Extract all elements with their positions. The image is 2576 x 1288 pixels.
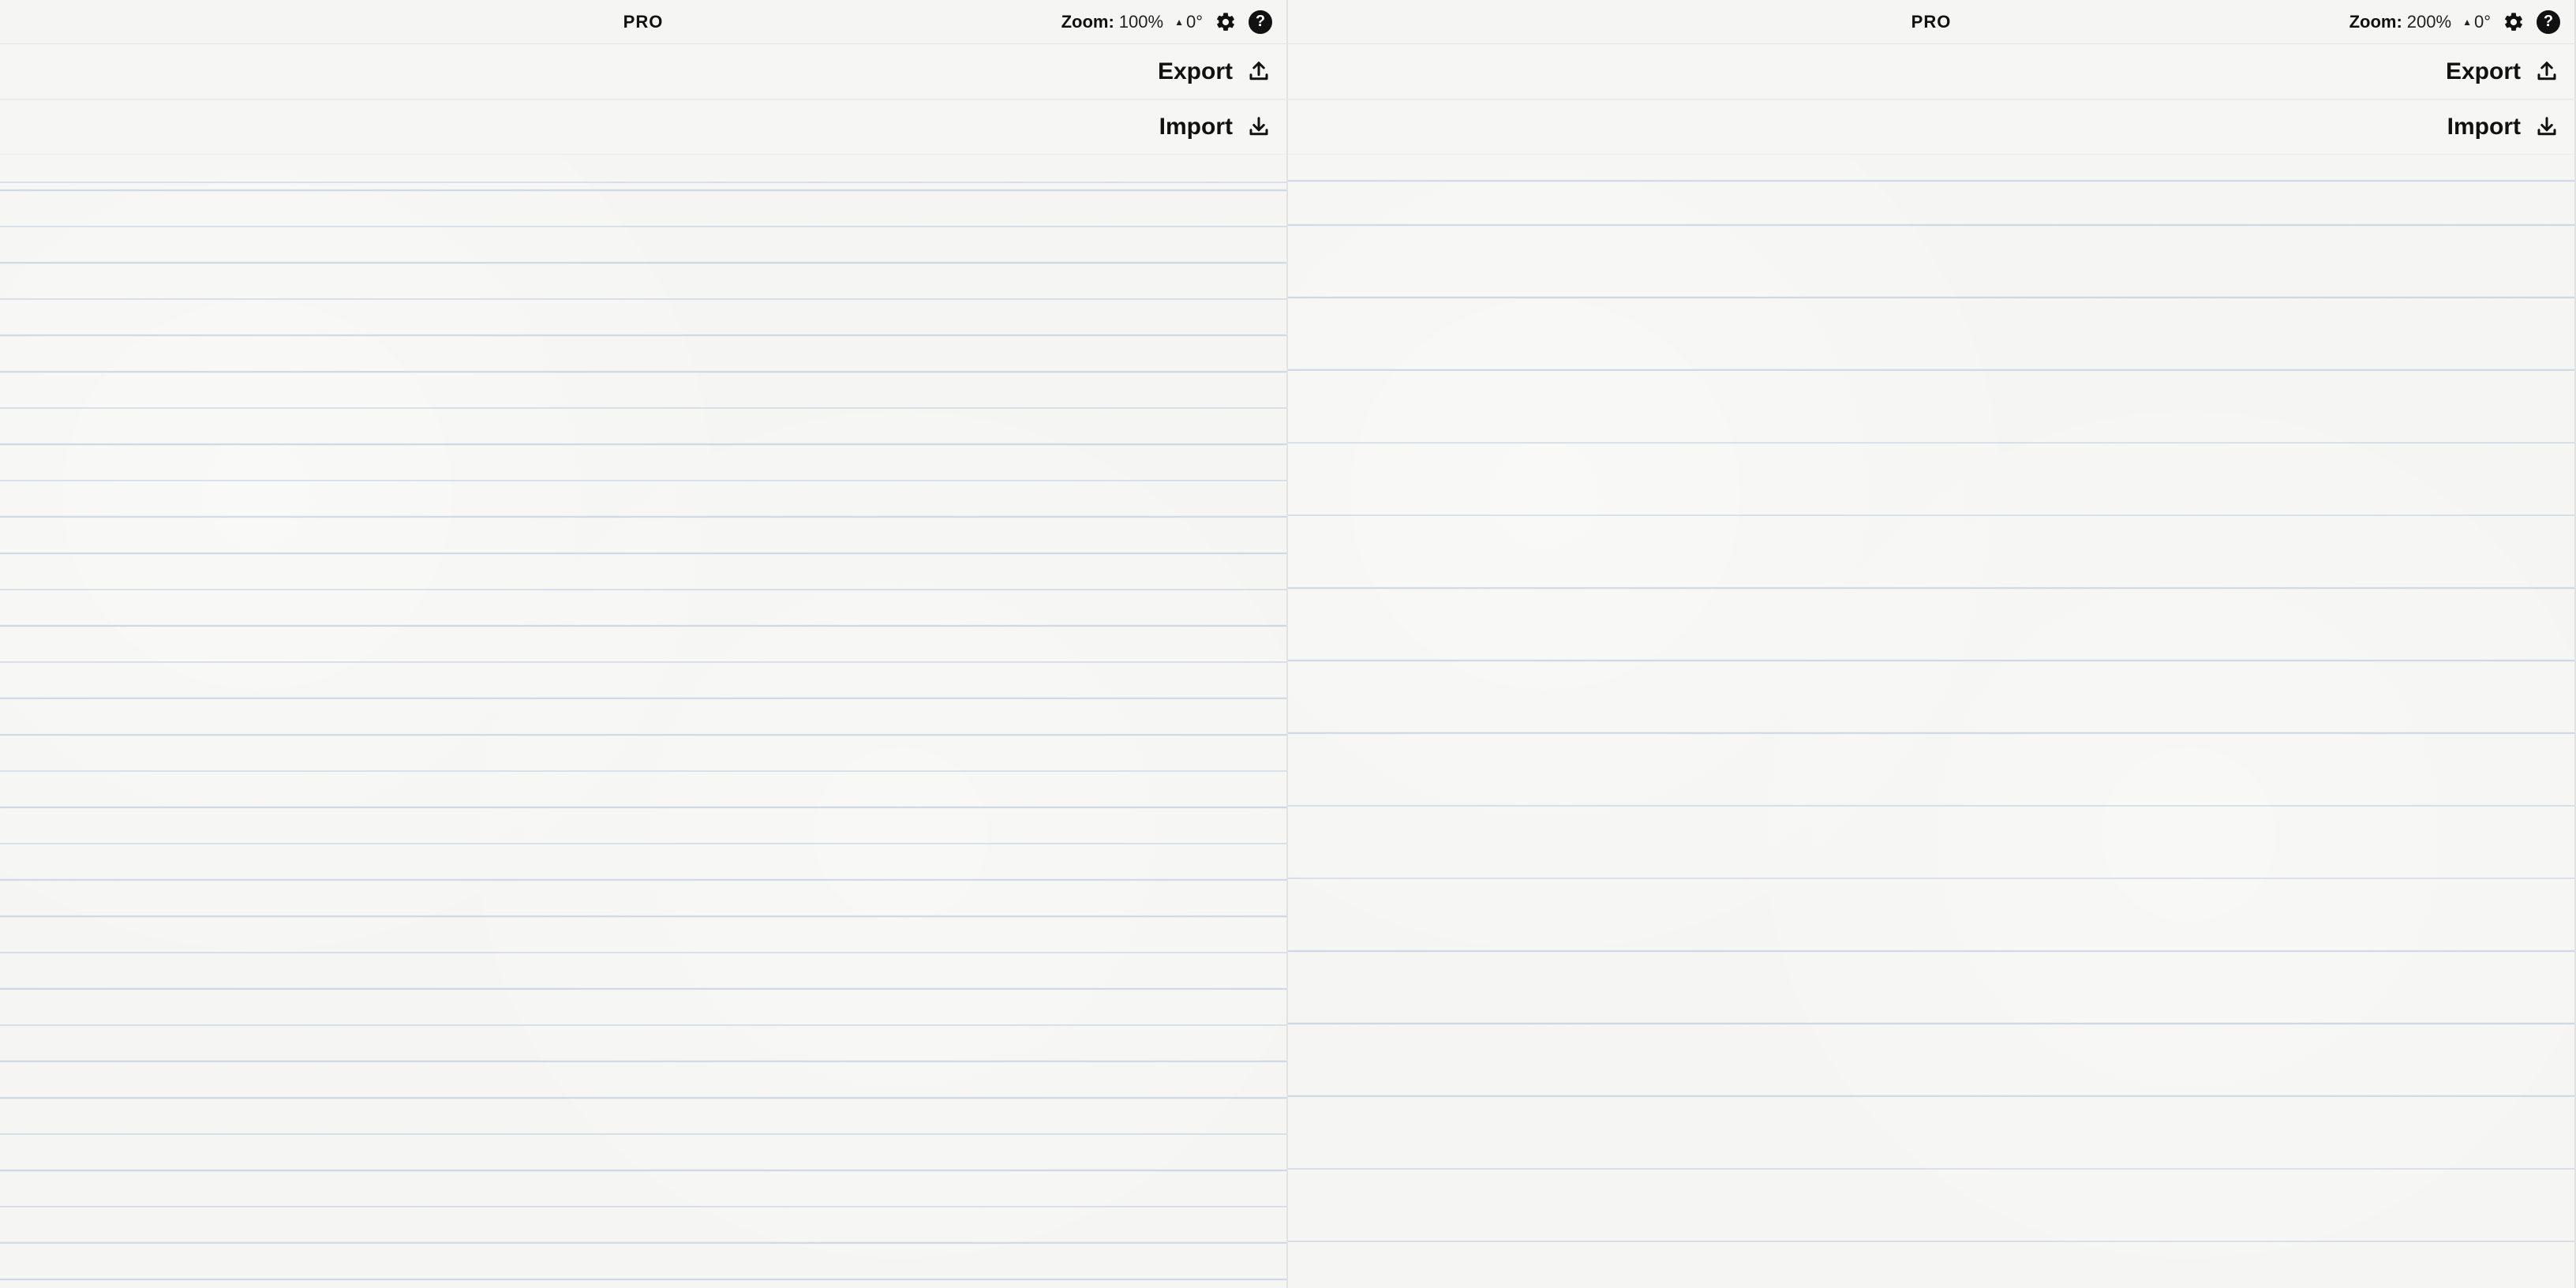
rotation-value: 0° [2474,12,2491,32]
paper-canvas[interactable] [1288,155,2574,1288]
top-toolbar: PRO Zoom: 100% ▲ 0° ? [0,0,1286,44]
app-title: PRO [1911,12,1952,32]
zoom-value: 100% [1119,12,1163,32]
rotation-control[interactable]: ▲ 0° [2462,12,2491,32]
import-label: Import [1159,114,1233,140]
toolbar-right-group: Zoom: 200% ▲ 0° ? [2349,10,2560,34]
app-title: PRO [623,12,664,32]
zoom-label: Zoom: [2349,12,2402,32]
zoom-control[interactable]: Zoom: 100% [1061,12,1163,32]
rotation-indicator-icon: ▲ [1174,17,1184,27]
pane-right: PRO Zoom: 200% ▲ 0° ? Export [1288,0,2576,1288]
help-icon: ? [1256,13,1265,31]
export-button[interactable]: Export [1288,44,2574,99]
help-button[interactable]: ? [2537,10,2560,34]
help-button[interactable]: ? [1249,10,1272,34]
import-button[interactable]: Import [1288,99,2574,155]
gear-icon [1215,11,1237,33]
import-button[interactable]: Import [0,99,1286,155]
io-actions: Export Import [0,44,1286,155]
export-button[interactable]: Export [0,44,1286,99]
import-icon [1247,115,1271,139]
import-icon [2535,115,2559,139]
io-actions: Export Import [1288,44,2574,155]
zoom-value: 200% [2407,12,2451,32]
export-icon [1247,60,1271,84]
export-label: Export [1158,58,1233,85]
settings-button[interactable] [2502,10,2525,34]
top-toolbar: PRO Zoom: 200% ▲ 0° ? [1288,0,2574,44]
zoom-label: Zoom: [1061,12,1114,32]
export-label: Export [2446,58,2521,85]
settings-button[interactable] [1214,10,1237,34]
help-icon: ? [2544,13,2553,31]
zoom-control[interactable]: Zoom: 200% [2349,12,2451,32]
rotation-value: 0° [1186,12,1203,32]
gear-icon [2503,11,2525,33]
rotation-control[interactable]: ▲ 0° [1174,12,1203,32]
paper-canvas[interactable] [0,155,1286,1288]
toolbar-right-group: Zoom: 100% ▲ 0° ? [1061,10,1272,34]
import-label: Import [2447,114,2521,140]
pane-left: PRO Zoom: 100% ▲ 0° ? Export [0,0,1288,1288]
rotation-indicator-icon: ▲ [2462,17,2472,27]
export-icon [2535,60,2559,84]
